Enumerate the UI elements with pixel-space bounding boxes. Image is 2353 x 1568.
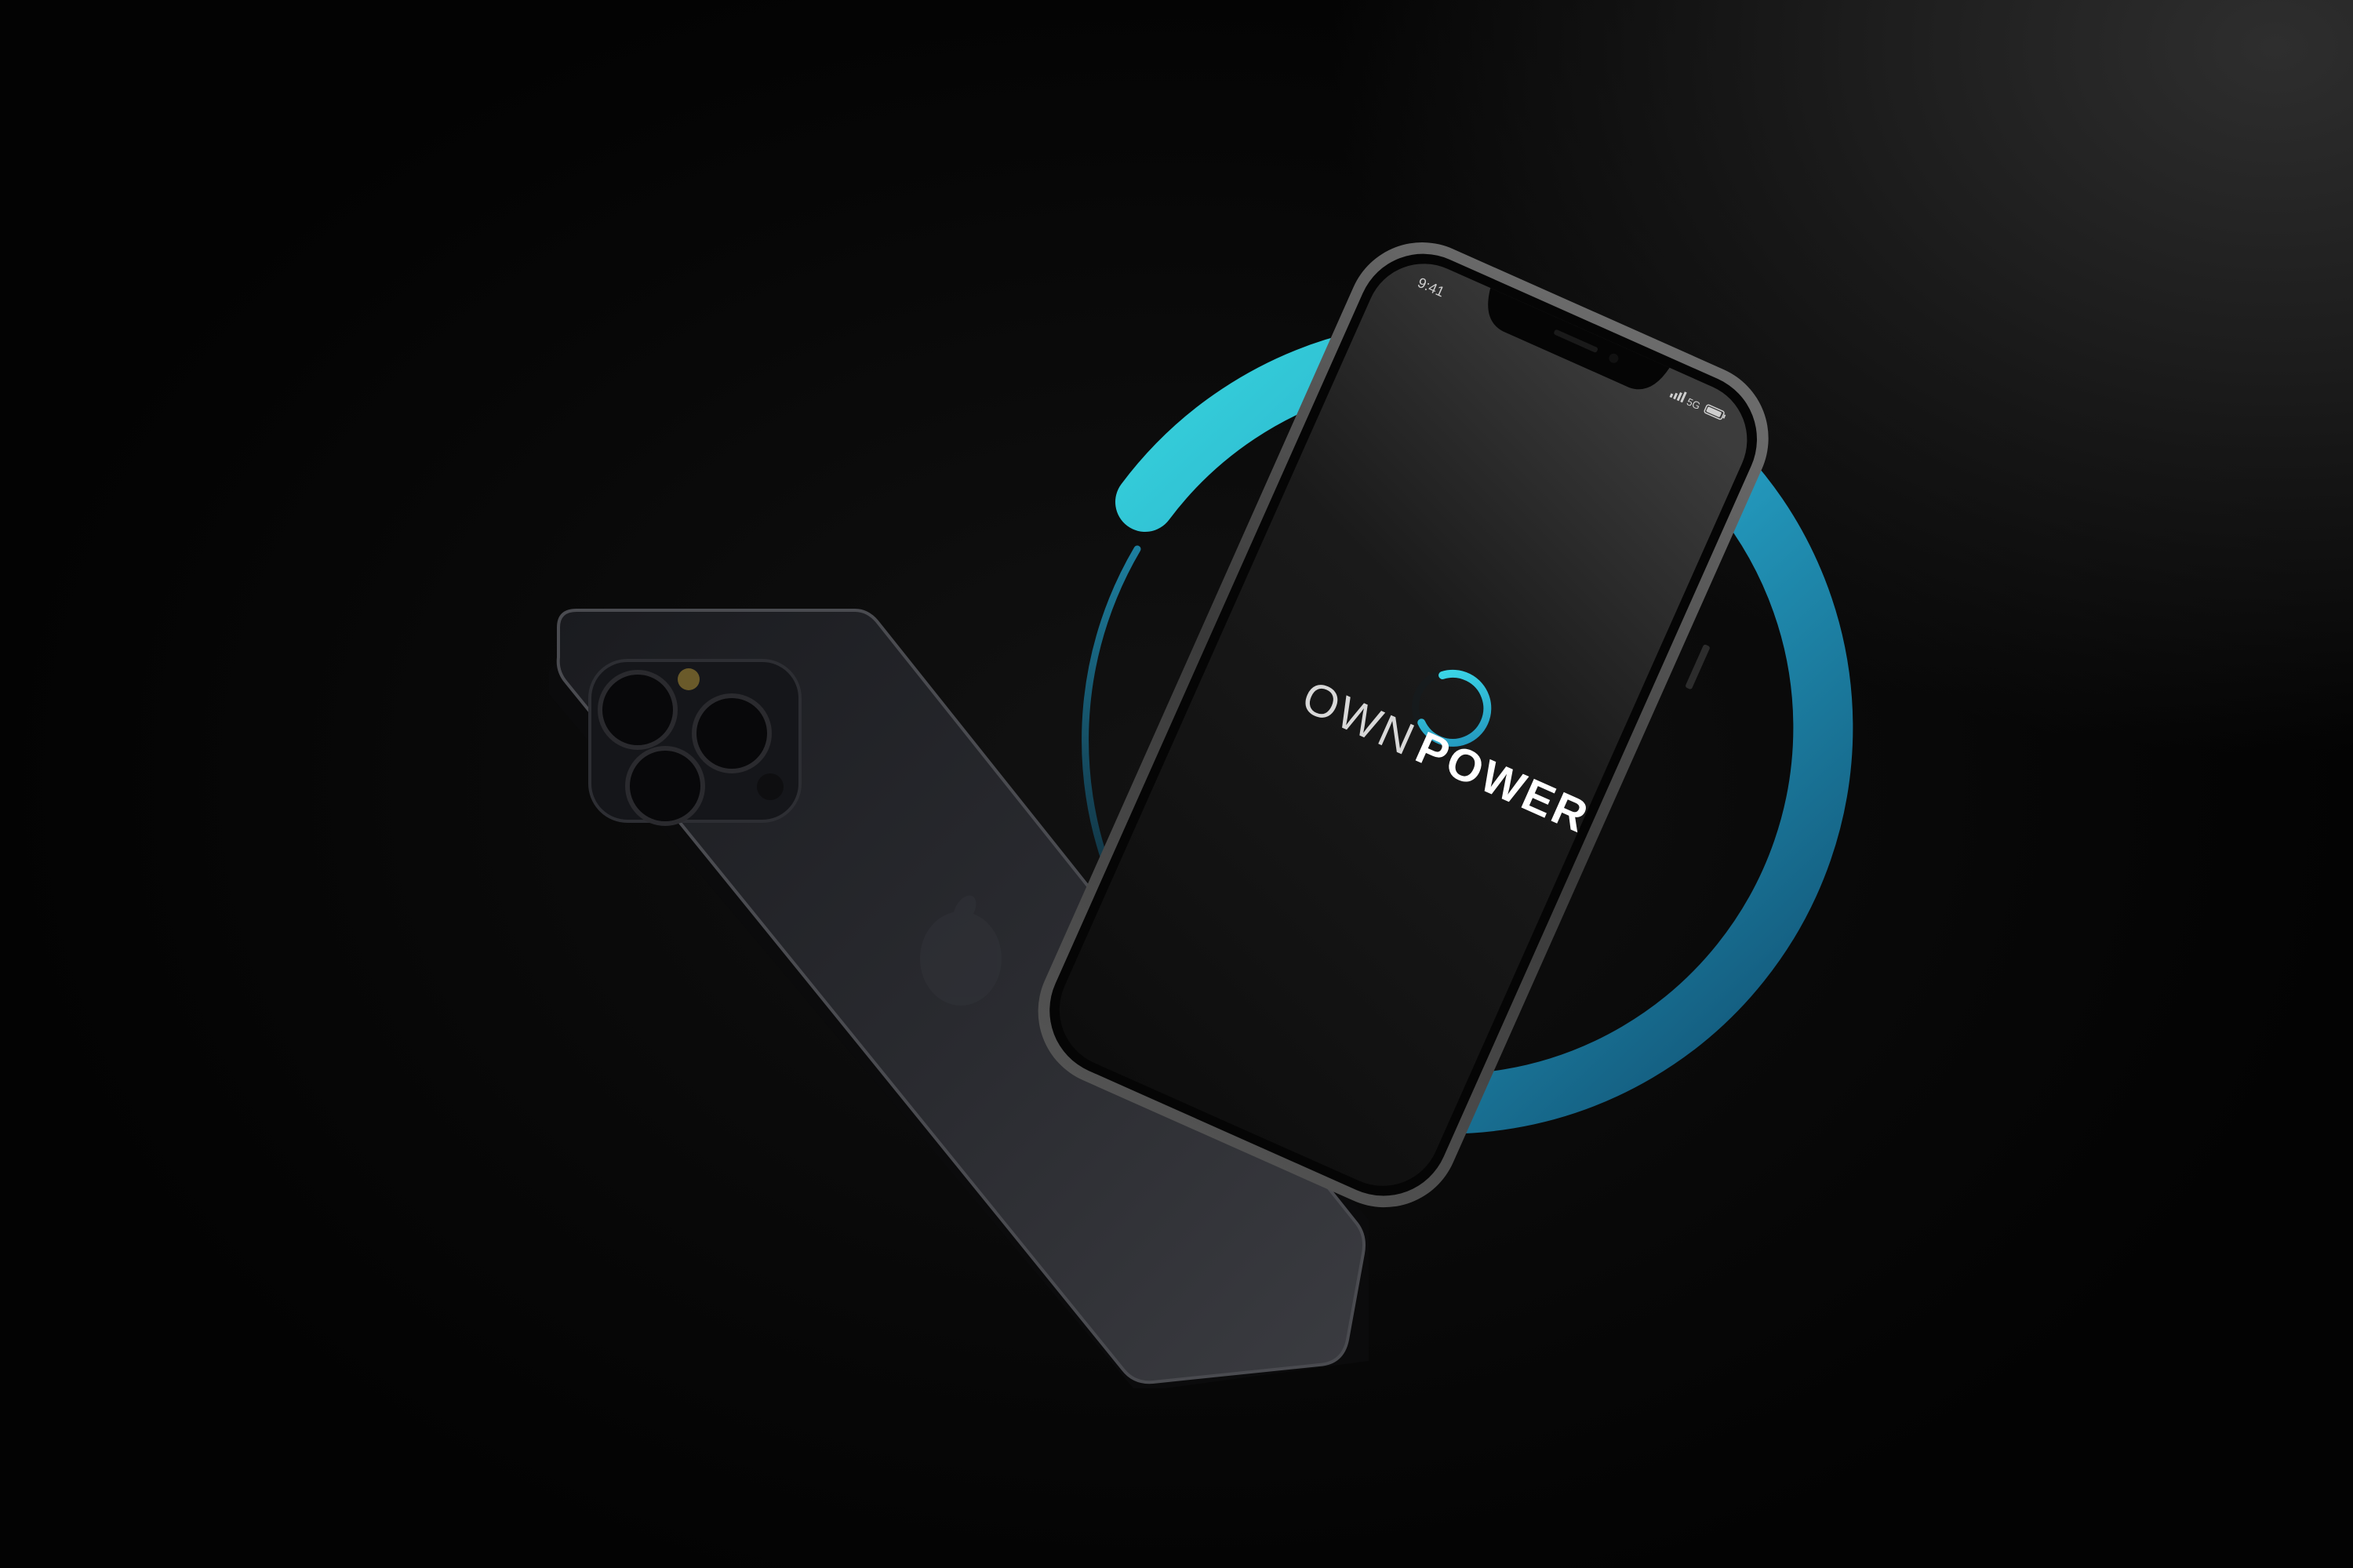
- lidar-sensor-icon: [757, 773, 784, 800]
- camera-lens-icon: [692, 693, 772, 773]
- product-scene: 9:41 5G OWNPOWER: [0, 0, 2353, 1568]
- camera-lens-icon: [598, 670, 678, 750]
- side-button: [1686, 644, 1710, 689]
- scene-illustration: 9:41 5G OWNPOWER: [549, 242, 1853, 1388]
- flash-icon: [678, 668, 700, 690]
- camera-lens-icon: [625, 746, 705, 826]
- front-phone: 9:41 5G OWNPOWER: [1038, 242, 1769, 1208]
